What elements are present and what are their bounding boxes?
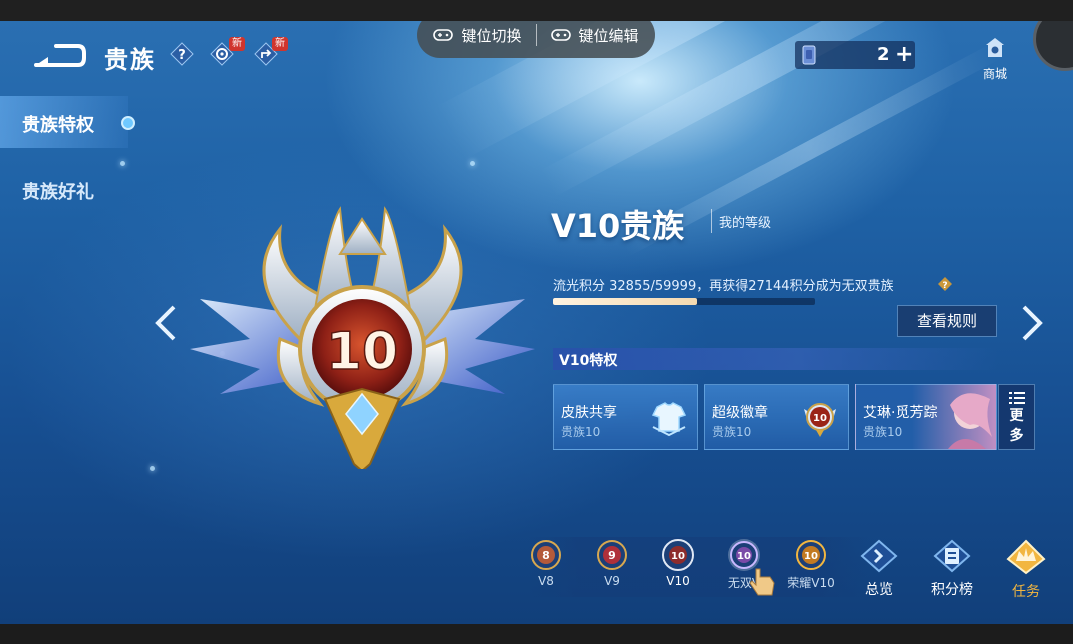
page-title: 贵族 [104, 46, 156, 74]
card-title: 超级徽章 [712, 405, 768, 421]
points-help-icon[interactable]: ? [938, 277, 952, 291]
v8-badge-icon: 8 [531, 540, 561, 570]
coupon-card-icon [802, 45, 816, 65]
add-currency-plus-icon[interactable]: + [895, 44, 913, 66]
sparkle-decoration [470, 161, 475, 166]
points-progress-text: 流光积分 32855/59999，再获得27144积分成为无双贵族 [553, 279, 894, 294]
gamepad-icon [550, 29, 571, 41]
key-edit-label: 键位编辑 [578, 26, 639, 45]
more-label-line2: 多 [1009, 428, 1024, 444]
privileges-header: V10特权 [553, 348, 998, 370]
tab-label: V9 [604, 574, 620, 588]
card-title: 皮肤共享 [561, 405, 617, 421]
next-level-arrow-icon[interactable] [1018, 303, 1046, 343]
new-badge: 新 [229, 37, 245, 51]
system-top-bar [0, 0, 1073, 21]
system-bottom-bar [0, 624, 1073, 644]
tasks-label: 任务 [1012, 584, 1040, 600]
emblem-level-number: 10 [326, 322, 398, 382]
tap-hand-pointer-icon [749, 568, 775, 596]
hero-portrait-icon [948, 393, 992, 449]
v9-badge-icon: 9 [597, 540, 627, 570]
ranking-button[interactable]: 积分榜 [926, 539, 978, 599]
shop-icon [986, 38, 1004, 57]
floating-assistant-button[interactable] [1033, 21, 1073, 71]
v10-emblem: 10 [190, 206, 535, 469]
help-icon[interactable]: ? [170, 42, 194, 66]
medal-icon: 10 [804, 403, 836, 437]
svg-text:9: 9 [608, 549, 616, 562]
points-progress-fill [553, 298, 697, 305]
glory-v10-badge-icon: 10 [796, 540, 826, 570]
privileges-header-label: V10特权 [559, 353, 618, 369]
privilege-card-skin-share[interactable]: 皮肤共享 贵族10 [553, 384, 698, 450]
overview-label: 总览 [865, 582, 893, 598]
level-title: V10贵族 [551, 207, 685, 245]
svg-text:?: ? [942, 281, 947, 291]
currency-value: 2 [877, 44, 890, 65]
divider [711, 209, 712, 233]
v10-badge-icon: 10 [662, 539, 694, 571]
card-title: 艾琳·觅芳踪 [863, 405, 938, 421]
svg-text:10: 10 [671, 551, 685, 562]
key-mapping-overlay: 键位切换 键位编辑 [417, 21, 655, 58]
new-badge: 新 [272, 37, 288, 51]
tasks-crown-icon [1006, 539, 1046, 575]
sidebar-item-gifts[interactable]: 贵族好礼 [22, 178, 94, 204]
overview-diamond-icon [860, 539, 898, 573]
privilege-card-super-badge[interactable]: 超级徽章 贵族10 10 [704, 384, 849, 450]
card-subtitle: 贵族10 [863, 425, 903, 439]
my-level-label: 我的等级 [719, 216, 772, 231]
view-rules-button[interactable]: 查看规则 [897, 305, 997, 337]
sidebar-item-privileges[interactable]: 贵族特权 [22, 111, 94, 137]
card-subtitle: 贵族10 [561, 425, 601, 439]
tab-label: V8 [538, 574, 554, 588]
nobility-screen: 贵族 ? 新 新 键位切换 键位编辑 2 + 商城 贵族特权 贵族好礼 10 V… [0, 21, 1073, 624]
more-label-line1: 更 [1009, 408, 1024, 424]
tab-label: V10 [666, 574, 690, 588]
shirt-icon [651, 402, 687, 437]
previous-level-arrow-icon[interactable] [152, 303, 180, 343]
ranking-label: 积分榜 [931, 582, 973, 598]
list-icon [1008, 392, 1025, 404]
svg-text:?: ? [178, 48, 186, 63]
back-arrow-icon[interactable] [34, 43, 86, 69]
tab-v10[interactable]: 10 V10 [653, 538, 703, 588]
sparkle-decoration [150, 466, 155, 471]
tab-glory-v10[interactable]: 10 荣耀V10 [786, 538, 836, 591]
card-subtitle: 贵族10 [712, 425, 752, 439]
more-privileges-button[interactable]: 更 多 [998, 384, 1035, 450]
svg-text:10: 10 [813, 413, 827, 424]
active-indicator-dot [121, 116, 135, 130]
key-edit-button[interactable]: 键位编辑 [537, 25, 653, 46]
privilege-card-hero-skin[interactable]: 艾琳·觅芳踪 贵族10 [855, 384, 997, 450]
gamepad-icon [433, 29, 454, 41]
tab-v8[interactable]: 8 V8 [521, 538, 571, 588]
tab-v9[interactable]: 9 V9 [587, 538, 637, 588]
ranking-board-icon [933, 539, 971, 573]
sparkle-decoration [120, 161, 125, 166]
shop-button[interactable]: 商城 [978, 35, 1012, 82]
svg-text:8: 8 [542, 549, 550, 562]
key-switch-label: 键位切换 [461, 26, 522, 45]
currency-display: 2 + [795, 41, 915, 69]
points-progress-bar [553, 298, 815, 305]
key-switch-button[interactable]: 键位切换 [419, 25, 535, 46]
svg-text:10: 10 [804, 551, 818, 562]
svg-text:10: 10 [737, 551, 751, 562]
overview-button[interactable]: 总览 [853, 539, 905, 599]
tab-label: 荣耀V10 [787, 576, 835, 590]
shop-label: 商城 [982, 67, 1007, 81]
tasks-button[interactable]: 任务 [1000, 539, 1052, 601]
